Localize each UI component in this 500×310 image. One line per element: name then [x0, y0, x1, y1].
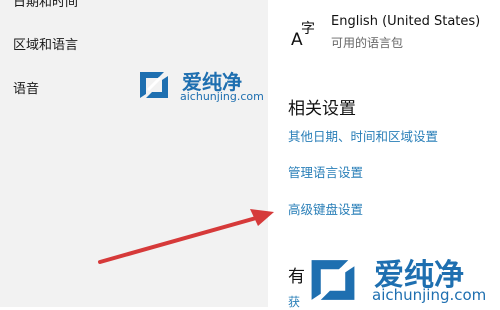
- watermark-url: aichunjing.com: [180, 90, 264, 103]
- other-date-time-region-link[interactable]: 其他日期、时间和区域设置: [288, 126, 438, 145]
- watermark-large: 爱纯净 aichunjing.com: [302, 250, 500, 307]
- language-list-item[interactable]: A 字 English (United States) 可用的语言包: [290, 14, 490, 54]
- watermark-logo-icon: [140, 72, 168, 98]
- related-settings-title: 相关设置: [288, 99, 356, 119]
- manage-language-settings-link[interactable]: 管理语言设置: [288, 162, 363, 181]
- sidebar-item-date-time[interactable]: 日期和时间: [13, 0, 78, 10]
- language-name: English (United States): [331, 14, 481, 29]
- language-icon-chinese-glyph: 字: [301, 21, 315, 37]
- advanced-keyboard-settings-link[interactable]: 高级键盘设置: [288, 199, 363, 218]
- watermark-small: 爱纯净 aichunjing.com: [136, 66, 266, 106]
- watermark-url-large: aichunjing.com: [372, 286, 487, 304]
- language-icon: A 字: [290, 16, 318, 50]
- sidebar-item-region-language[interactable]: 区域和语言: [13, 34, 78, 53]
- partial-link[interactable]: 获: [288, 293, 300, 310]
- sidebar-item-speech[interactable]: 语音: [13, 78, 39, 97]
- watermark-logo-icon-large: [311, 260, 355, 300]
- language-status: 可用的语言包: [331, 36, 404, 50]
- sidebar: 日期和时间 区域和语言 语音: [0, 0, 268, 307]
